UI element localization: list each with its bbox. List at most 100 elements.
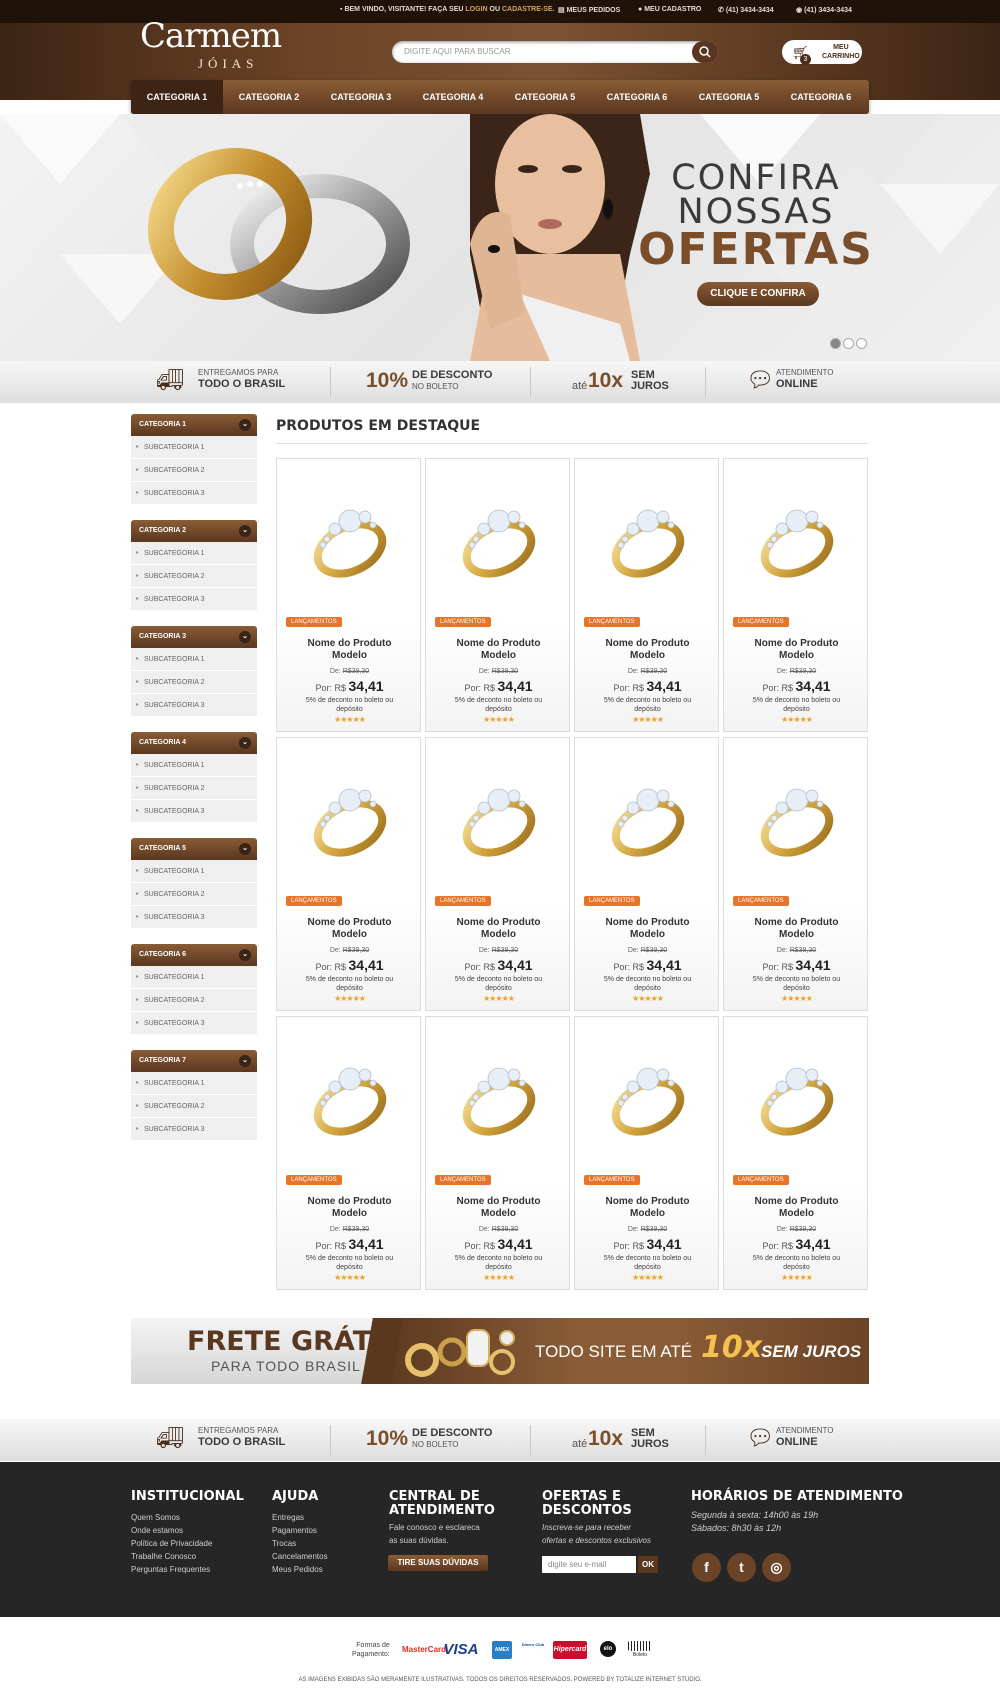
newsletter-submit-button[interactable]: OK	[638, 1556, 658, 1573]
product-name[interactable]: Nome do Produto Modelo	[724, 1196, 869, 1220]
nav-item-2[interactable]: CATEGORIA 2	[223, 80, 315, 114]
nav-item-8[interactable]: CATEGORIA 6	[775, 80, 867, 114]
login-link[interactable]: LOGIN	[465, 6, 487, 13]
logo[interactable]: Carmem JÓIAS	[140, 16, 290, 71]
product-card[interactable]: LANÇAMENTOS Nome do Produto Modelo De: R$39…	[425, 458, 570, 732]
product-name[interactable]: Nome do Produto Modelo	[426, 638, 571, 662]
sidebar-category-header[interactable]: CATEGORIA 6 ⌄	[131, 944, 257, 966]
sidebar-category-header[interactable]: CATEGORIA 3 ⌄	[131, 626, 257, 648]
product-image[interactable]	[305, 487, 395, 587]
product-card[interactable]: LANÇAMENTOS Nome do Produto Modelo De: R$39…	[425, 1016, 570, 1290]
sidebar-subcategory[interactable]: SUBCATEGORIA 1	[131, 542, 257, 565]
sidebar-subcategory[interactable]: SUBCATEGORIA 1	[131, 436, 257, 459]
nav-item-4[interactable]: CATEGORIA 4	[407, 80, 499, 114]
sidebar-subcategory[interactable]: SUBCATEGORIA 3	[131, 1118, 257, 1141]
sidebar-subcategory[interactable]: SUBCATEGORIA 3	[131, 800, 257, 823]
product-image[interactable]	[305, 1045, 395, 1145]
product-card[interactable]: LANÇAMENTOS Nome do Produto Modelo De: R$39…	[276, 1016, 421, 1290]
product-name[interactable]: Nome do Produto Modelo	[426, 1196, 571, 1220]
promo-banner[interactable]: FRETE GRÁTIS PARA TODO BRASIL TODO SITE …	[131, 1318, 869, 1384]
product-name[interactable]: Nome do Produto Modelo	[575, 917, 720, 941]
sidebar-subcategory[interactable]: SUBCATEGORIA 1	[131, 754, 257, 777]
chevron-down-icon[interactable]: ⌄	[239, 1055, 251, 1067]
product-card[interactable]: LANÇAMENTOS Nome do Produto Modelo De: R$39…	[574, 737, 719, 1011]
sidebar-category-header[interactable]: CATEGORIA 5 ⌄	[131, 838, 257, 860]
product-card[interactable]: LANÇAMENTOS Nome do Produto Modelo De: R$39…	[723, 458, 868, 732]
footer-link[interactable]: Cancelamentos	[272, 1550, 328, 1563]
sidebar-subcategory[interactable]: SUBCATEGORIA 2	[131, 459, 257, 482]
product-image[interactable]	[603, 766, 693, 866]
faq-button[interactable]: TIRE SUAS DÚVIDAS	[388, 1555, 488, 1571]
newsletter-email-input[interactable]: digite seu e-mail	[542, 1556, 636, 1573]
slider-dot-2[interactable]	[843, 338, 854, 349]
nav-item-7[interactable]: CATEGORIA 5	[683, 80, 775, 114]
product-name[interactable]: Nome do Produto Modelo	[724, 917, 869, 941]
sidebar-subcategory[interactable]: SUBCATEGORIA 3	[131, 906, 257, 929]
orders-link[interactable]: ▤ MEUS PEDIDOS	[558, 6, 620, 14]
product-image[interactable]	[603, 1045, 693, 1145]
product-name[interactable]: Nome do Produto Modelo	[575, 638, 720, 662]
register-link[interactable]: CADASTRE-SE.	[502, 6, 555, 13]
chevron-down-icon[interactable]: ⌄	[239, 525, 251, 537]
product-image[interactable]	[603, 487, 693, 587]
product-image[interactable]	[454, 487, 544, 587]
sidebar-subcategory[interactable]: SUBCATEGORIA 3	[131, 482, 257, 505]
product-name[interactable]: Nome do Produto Modelo	[724, 638, 869, 662]
slider-dot-3[interactable]	[856, 338, 867, 349]
product-image[interactable]	[454, 766, 544, 866]
nav-item-3[interactable]: CATEGORIA 3	[315, 80, 407, 114]
slider-dot-1[interactable]	[830, 338, 841, 349]
sidebar-subcategory[interactable]: SUBCATEGORIA 1	[131, 966, 257, 989]
search-input[interactable]: DIGITE AQUI PARA BUSCAR	[392, 41, 718, 63]
sidebar-category-header[interactable]: CATEGORIA 4 ⌄	[131, 732, 257, 754]
footer-link[interactable]: Meus Pedidos	[272, 1563, 323, 1576]
footer-link[interactable]: Trabalhe Conosco	[131, 1550, 196, 1563]
footer-link[interactable]: Onde estamos	[131, 1524, 183, 1537]
nav-item-5[interactable]: CATEGORIA 5	[499, 80, 591, 114]
footer-link[interactable]: Perguntas Frequentes	[131, 1563, 210, 1576]
sidebar-subcategory[interactable]: SUBCATEGORIA 1	[131, 1072, 257, 1095]
product-image[interactable]	[752, 766, 842, 866]
account-link[interactable]: ● MEU CADASTRO	[638, 6, 701, 13]
product-card[interactable]: LANÇAMENTOS Nome do Produto Modelo De: R$39…	[574, 1016, 719, 1290]
sidebar-subcategory[interactable]: SUBCATEGORIA 1	[131, 648, 257, 671]
footer-link[interactable]: Quem Somos	[131, 1511, 180, 1524]
sidebar-subcategory[interactable]: SUBCATEGORIA 2	[131, 565, 257, 588]
product-image[interactable]	[752, 487, 842, 587]
sidebar-category-header[interactable]: CATEGORIA 7 ⌄	[131, 1050, 257, 1072]
sidebar-category-header[interactable]: CATEGORIA 2 ⌄	[131, 520, 257, 542]
product-card[interactable]: LANÇAMENTOS Nome do Produto Modelo De: R$39…	[276, 458, 421, 732]
product-name[interactable]: Nome do Produto Modelo	[277, 1196, 422, 1220]
footer-link[interactable]: Trocas	[272, 1537, 296, 1550]
product-image[interactable]	[752, 1045, 842, 1145]
product-name[interactable]: Nome do Produto Modelo	[575, 1196, 720, 1220]
hero-banner[interactable]: CONFIRA NOSSAS OFERTAS CLIQUE E CONFIRA	[0, 114, 1000, 361]
product-name[interactable]: Nome do Produto Modelo	[426, 917, 571, 941]
instagram-icon[interactable]: ◎	[762, 1553, 791, 1582]
sidebar-category-header[interactable]: CATEGORIA 1 ⌄	[131, 414, 257, 436]
chevron-down-icon[interactable]: ⌄	[239, 631, 251, 643]
product-card[interactable]: LANÇAMENTOS Nome do Produto Modelo De: R$39…	[425, 737, 570, 1011]
twitter-icon[interactable]: t	[727, 1553, 756, 1582]
footer-link[interactable]: Política de Privacidade	[131, 1537, 212, 1550]
product-name[interactable]: Nome do Produto Modelo	[277, 917, 422, 941]
chevron-down-icon[interactable]: ⌄	[239, 949, 251, 961]
sidebar-subcategory[interactable]: SUBCATEGORIA 2	[131, 989, 257, 1012]
product-card[interactable]: LANÇAMENTOS Nome do Produto Modelo De: R$39…	[723, 1016, 868, 1290]
sidebar-subcategory[interactable]: SUBCATEGORIA 2	[131, 671, 257, 694]
banner-cta-button[interactable]: CLIQUE E CONFIRA	[697, 282, 819, 306]
sidebar-subcategory[interactable]: SUBCATEGORIA 3	[131, 1012, 257, 1035]
sidebar-subcategory[interactable]: SUBCATEGORIA 3	[131, 588, 257, 611]
footer-link[interactable]: Entregas	[272, 1511, 304, 1524]
nav-item-1[interactable]: CATEGORIA 1	[131, 80, 223, 114]
chevron-down-icon[interactable]: ⌄	[239, 737, 251, 749]
search-button[interactable]	[692, 41, 718, 63]
chevron-down-icon[interactable]: ⌄	[239, 419, 251, 431]
product-card[interactable]: LANÇAMENTOS Nome do Produto Modelo De: R$39…	[723, 737, 868, 1011]
footer-link[interactable]: Pagamentos	[272, 1524, 317, 1537]
facebook-icon[interactable]: f	[692, 1553, 721, 1582]
product-name[interactable]: Nome do Produto Modelo	[277, 638, 422, 662]
product-card[interactable]: LANÇAMENTOS Nome do Produto Modelo De: R$39…	[276, 737, 421, 1011]
product-image[interactable]	[454, 1045, 544, 1145]
product-image[interactable]	[305, 766, 395, 866]
